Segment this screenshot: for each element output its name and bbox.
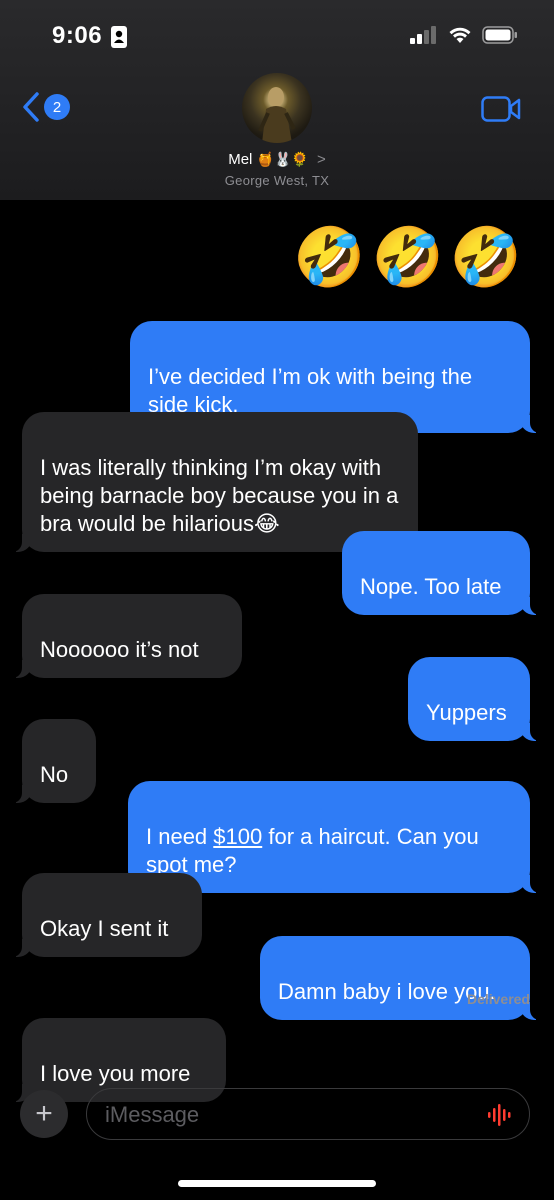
money-link[interactable]: $100: [213, 824, 262, 849]
contact-avatar[interactable]: [242, 73, 312, 143]
delivered-status: Delivered: [466, 991, 530, 1007]
message-bubble-sent[interactable]: Nope. Too late: [342, 531, 544, 615]
status-time: 9:06: [52, 22, 103, 49]
unread-count-badge: 2: [44, 94, 70, 120]
wifi-icon: [449, 27, 471, 43]
contact-name-emojis: 🍯🐰🌻: [256, 151, 309, 167]
message-text: I love you more: [40, 1061, 191, 1086]
contact-location: George West, TX: [224, 173, 330, 188]
apps-plus-button[interactable]: +: [20, 1090, 68, 1138]
cellular-signal-icon: [410, 26, 436, 44]
avatar-image: [258, 87, 296, 143]
message-text: No: [40, 762, 69, 787]
imessage-placeholder: iMessage: [105, 1102, 200, 1127]
imessage-input[interactable]: iMessage: [86, 1088, 530, 1140]
message-bubble-received[interactable]: Okay I sent it: [8, 873, 202, 957]
contact-name: Mel: [228, 151, 253, 168]
battery-icon: [482, 26, 517, 44]
audio-message-icon[interactable]: [487, 1104, 513, 1126]
chevron-left-icon: [23, 92, 39, 122]
contact-name-row[interactable]: Mel 🍯🐰🌻 >: [0, 151, 554, 168]
status-bar: 9:06: [0, 0, 554, 70]
message-bubble-received[interactable]: Noooooo it’s not: [8, 594, 242, 678]
chevron-right-icon: >: [317, 151, 326, 168]
message-text: Okay I sent it: [40, 916, 169, 941]
message-bubble-received[interactable]: No: [8, 719, 96, 803]
back-button[interactable]: 2: [22, 92, 70, 122]
message-text: Noooooo it’s not: [40, 637, 199, 662]
message-bubble-sent[interactable]: Damn baby i love you.: [260, 936, 544, 1020]
status-indicators: [410, 26, 518, 44]
message-text: I’ve decided I’m ok with being the side …: [148, 364, 473, 417]
message-text: I was literally thinking I’m okay with b…: [40, 455, 399, 536]
message-emoji-reaction[interactable]: 🤣🤣🤣: [293, 226, 528, 290]
contact-card-icon: [111, 26, 127, 48]
message-text-before-link: I need: [146, 824, 214, 849]
message-text: Yuppers: [426, 700, 507, 725]
message-text: Damn baby i love you.: [278, 979, 496, 1004]
home-indicator[interactable]: [178, 1180, 376, 1187]
video-call-icon[interactable]: [481, 96, 521, 122]
message-text: Nope. Too late: [360, 574, 502, 599]
message-bubble-sent[interactable]: Yuppers: [408, 657, 544, 741]
